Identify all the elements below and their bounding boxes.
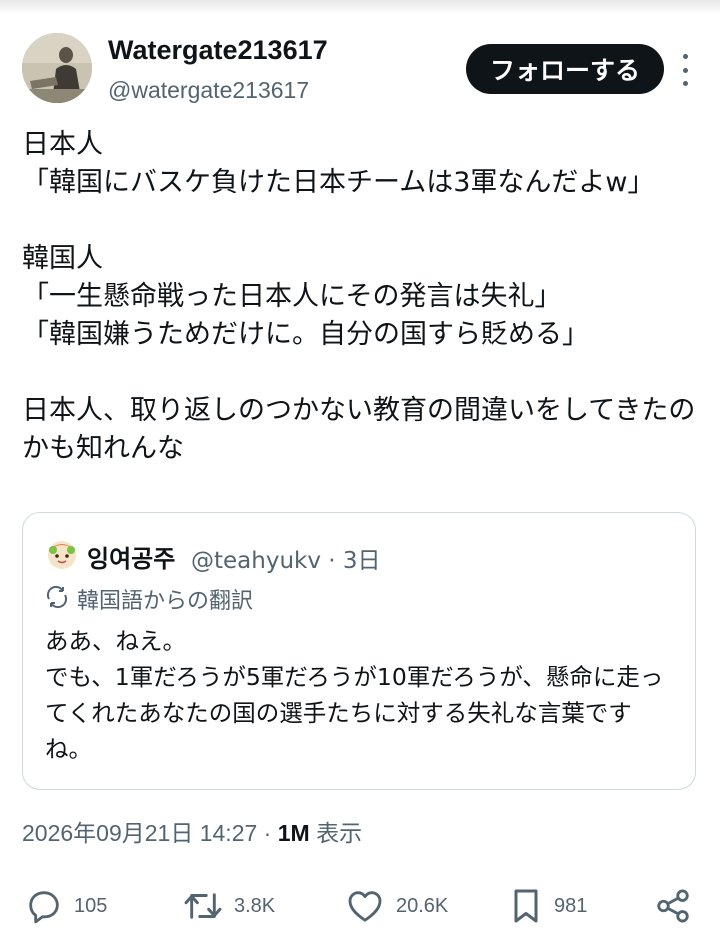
meta-dot: · [263,820,272,846]
top-shadow [0,0,720,14]
reply-count: 105 [74,894,108,917]
quoted-text: ああ、ねえ。 でも、1軍だろうが5軍だろうが10軍だろうが、懸命に走ってくれたあ… [45,627,664,763]
author-avatar[interactable] [22,33,92,103]
reply-icon [29,891,59,924]
bookmark-icon [514,889,538,923]
quoted-separator: · [328,548,336,574]
share-icon [657,889,689,923]
quoted-author-avatar[interactable] [45,537,79,571]
views-count: 1M [277,820,310,846]
avatar-photo [22,33,92,103]
bookmark-button[interactable]: 981 [508,884,587,928]
author-display-name[interactable]: Watergate213617 [108,35,328,66]
like-button[interactable]: 20.6K [344,884,448,928]
views-label: 表示 [316,820,363,846]
repost-icon [184,893,222,919]
tweet-datetime[interactable]: 2026年09月21日 14:27 [22,820,257,846]
translate-icon [46,585,68,609]
repost-count: 3.8K [234,894,276,917]
quoted-meta: @teahyukv · 3日 [191,541,381,575]
reply-button[interactable]: 105 [24,884,107,928]
like-count: 20.6K [396,894,449,917]
quoted-handle: @teahyukv [191,548,321,574]
quoted-age: 3日 [342,548,381,574]
tweet-header: Watergate213617 @watergate213617 フォローする [22,33,702,109]
quoted-tweet[interactable]: 잉여공주 @teahyukv · 3日 韓国語からの翻訳 ああ、ねえ。 でも、1… [22,512,696,790]
quoted-display-name: 잉여공주 [87,545,176,573]
tweet-text: 日本人 「韓国にバスケ負けた日本チームは3軍なんだよw」 韓国人 「一生懸命戦っ… [22,129,696,464]
heart-icon [348,891,382,922]
share-button[interactable] [654,884,692,928]
repost-button[interactable]: 3.8K [182,884,275,928]
follow-button[interactable]: フォローする [466,44,664,94]
more-vertical-icon[interactable] [674,54,696,86]
bookmark-count: 981 [554,894,588,917]
tweet-timestamp: 2026年09月21日 14:27 · 1M 表示 [22,814,362,848]
author-handle[interactable]: @watergate213617 [108,77,309,104]
translation-note[interactable]: 韓国語からの翻訳 [77,583,253,615]
action-bar: 105 3.8K 20.6K 981 [22,884,702,928]
